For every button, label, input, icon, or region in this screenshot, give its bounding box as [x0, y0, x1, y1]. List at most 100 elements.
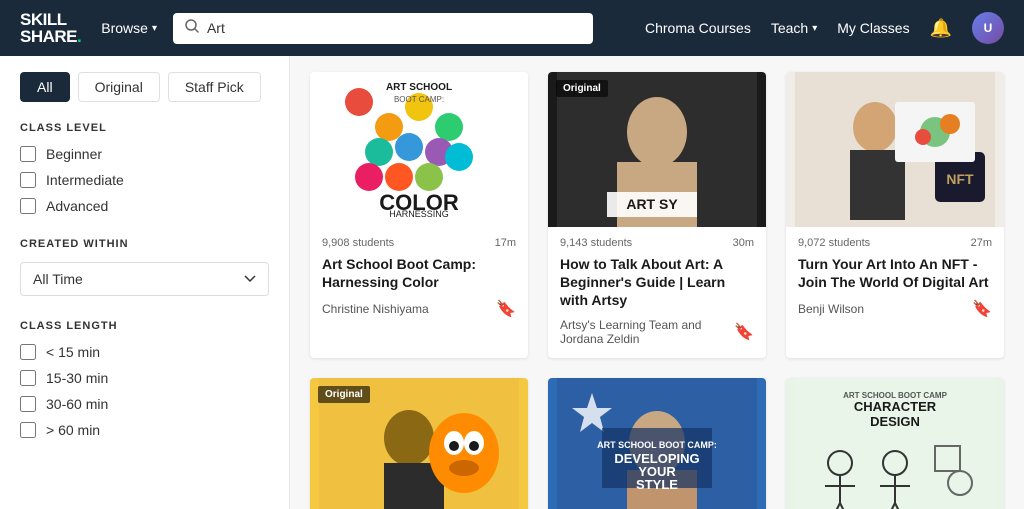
course-card-5[interactable]: ART SCHOOL BOOT CAMP: DEVELOPING YOUR ST…: [548, 378, 766, 509]
my-classes-link[interactable]: My Classes: [837, 20, 909, 36]
filter-tabs: All Original Staff Pick: [20, 72, 269, 102]
course-card-3[interactable]: NFT 9,072 students 27m Turn Your Art Int…: [786, 72, 1004, 358]
course-thumbnail-6: ART SCHOOL BOOT CAMP CHARACTER DESIGN: [786, 378, 1004, 509]
course-title-2: How to Talk About Art: A Beginner's Guid…: [560, 255, 754, 310]
search-icon: [185, 19, 199, 38]
course-students-1: 9,908 students: [322, 237, 394, 249]
course-author-3: Benji Wilson: [798, 302, 864, 316]
created-within-section: CREATED WITHIN All Time Last Week Last M…: [20, 238, 269, 296]
logo-bottom: SHARE.: [20, 28, 81, 45]
checkbox-gt60[interactable]: > 60 min: [20, 422, 269, 438]
course-info-1: 9,908 students 17m Art School Boot Camp:…: [310, 227, 528, 331]
gt60-checkbox[interactable]: [20, 422, 36, 438]
tab-staff-pick[interactable]: Staff Pick: [168, 72, 261, 102]
course-duration-2: 30m: [733, 237, 754, 249]
course-thumbnail-3: NFT: [786, 72, 1004, 227]
teach-chevron-icon: ▾: [812, 23, 817, 34]
checkbox-15to30[interactable]: 15-30 min: [20, 370, 269, 386]
course-students-2: 9,143 students: [560, 237, 632, 249]
course-students-3: 9,072 students: [798, 237, 870, 249]
class-level-section: CLASS LEVEL Beginner Intermediate Advanc…: [20, 122, 269, 214]
course-info-2: 9,143 students 30m How to Talk About Art…: [548, 227, 766, 358]
browse-button[interactable]: Browse ▾: [101, 20, 157, 36]
class-level-title: CLASS LEVEL: [20, 122, 269, 134]
bookmark-button-3[interactable]: 🔖: [972, 299, 992, 319]
course-thumbnail-1: ART SCHOOL BOOT CAMP: HARNESSING COLOR: [310, 72, 528, 227]
course-author-1: Christine Nishiyama: [322, 302, 429, 316]
svg-text:COLOR: COLOR: [379, 190, 459, 215]
class-length-section: CLASS LENGTH < 15 min 15-30 min 30-60 mi…: [20, 320, 269, 438]
svg-text:DESIGN: DESIGN: [870, 414, 920, 429]
lt15-checkbox[interactable]: [20, 344, 36, 360]
svg-text:CHARACTER: CHARACTER: [854, 399, 937, 414]
teach-label: Teach: [771, 20, 808, 36]
course-card-4[interactable]: Original SKILLSHARE: [310, 378, 528, 509]
tab-all[interactable]: All: [20, 72, 70, 102]
course-card-1[interactable]: ART SCHOOL BOOT CAMP: HARNESSING COLOR 9…: [310, 72, 528, 358]
30to60-label: 30-60 min: [46, 396, 108, 412]
header: SKILL SHARE. Browse ▾ Chroma Courses Tea…: [0, 0, 1024, 56]
logo: SKILL SHARE.: [20, 11, 81, 45]
intermediate-checkbox[interactable]: [20, 172, 36, 188]
created-within-select[interactable]: All Time Last Week Last Month Last Year: [20, 262, 269, 296]
browse-label: Browse: [101, 20, 148, 36]
tab-original[interactable]: Original: [78, 72, 160, 102]
bookmark-button-2[interactable]: 🔖: [734, 322, 754, 342]
avatar[interactable]: U: [972, 12, 1004, 44]
course-meta-2: 9,143 students 30m: [560, 237, 754, 249]
checkbox-beginner[interactable]: Beginner: [20, 146, 269, 162]
course-footer-3: Benji Wilson 🔖: [798, 299, 992, 319]
course-duration-3: 27m: [971, 237, 992, 249]
notifications-icon[interactable]: 🔔: [930, 18, 952, 39]
course-thumbnail-5: ART SCHOOL BOOT CAMP: DEVELOPING YOUR ST…: [548, 378, 766, 509]
30to60-checkbox[interactable]: [20, 396, 36, 412]
beginner-label: Beginner: [46, 146, 102, 162]
sidebar: All Original Staff Pick CLASS LEVEL Begi…: [0, 56, 290, 509]
course-card-6[interactable]: ART SCHOOL BOOT CAMP CHARACTER DESIGN: [786, 378, 1004, 509]
svg-text:ART SCHOOL: ART SCHOOL: [386, 82, 452, 93]
search-bar: [173, 13, 593, 44]
course-meta-3: 9,072 students 27m: [798, 237, 992, 249]
course-info-3: 9,072 students 27m Turn Your Art Into An…: [786, 227, 1004, 331]
main-content: All Original Staff Pick CLASS LEVEL Begi…: [0, 56, 1024, 509]
course-thumbnail-4: Original SKILLSHARE: [310, 378, 528, 509]
advanced-label: Advanced: [46, 198, 108, 214]
15to30-label: 15-30 min: [46, 370, 108, 386]
course-thumbnail-2: Original ART SY: [548, 72, 766, 227]
checkbox-30to60[interactable]: 30-60 min: [20, 396, 269, 412]
course-duration-1: 17m: [495, 237, 516, 249]
course-title-3: Turn Your Art Into An NFT - Join The Wor…: [798, 255, 992, 291]
logo-top: SKILL: [20, 11, 81, 28]
course-title-1: Art School Boot Camp: Harnessing Color: [322, 255, 516, 291]
checkbox-intermediate[interactable]: Intermediate: [20, 172, 269, 188]
chroma-courses-link[interactable]: Chroma Courses: [645, 20, 751, 36]
chevron-down-icon: ▾: [152, 23, 157, 34]
teach-link[interactable]: Teach ▾: [771, 20, 817, 36]
courses-content: ART SCHOOL BOOT CAMP: HARNESSING COLOR 9…: [290, 56, 1024, 509]
lt15-label: < 15 min: [46, 344, 100, 360]
bookmark-button-1[interactable]: 🔖: [496, 299, 516, 319]
course-meta-1: 9,908 students 17m: [322, 237, 516, 249]
original-badge-2: Original: [556, 80, 608, 97]
course-footer-1: Christine Nishiyama 🔖: [322, 299, 516, 319]
advanced-checkbox[interactable]: [20, 198, 36, 214]
checkbox-advanced[interactable]: Advanced: [20, 198, 269, 214]
15to30-checkbox[interactable]: [20, 370, 36, 386]
created-within-title: CREATED WITHIN: [20, 238, 269, 250]
svg-text:NFT: NFT: [946, 171, 974, 187]
course-grid: ART SCHOOL BOOT CAMP: HARNESSING COLOR 9…: [310, 72, 1004, 509]
original-badge-4: Original: [318, 386, 370, 403]
checkbox-lt15[interactable]: < 15 min: [20, 344, 269, 360]
search-input[interactable]: [207, 20, 581, 36]
course-card-2[interactable]: Original ART SY 9,143 students: [548, 72, 766, 358]
course-footer-2: Artsy's Learning Team and Jordana Zeldin…: [560, 318, 754, 346]
beginner-checkbox[interactable]: [20, 146, 36, 162]
course-author-2: Artsy's Learning Team and Jordana Zeldin: [560, 318, 734, 346]
class-length-title: CLASS LENGTH: [20, 320, 269, 332]
header-nav: Chroma Courses Teach ▾ My Classes 🔔 U: [645, 12, 1004, 44]
svg-text:STYLE: STYLE: [636, 477, 678, 492]
gt60-label: > 60 min: [46, 422, 100, 438]
svg-text:BOOT CAMP:: BOOT CAMP:: [394, 95, 444, 104]
svg-text:ART SCHOOL BOOT CAMP:: ART SCHOOL BOOT CAMP:: [597, 440, 717, 450]
svg-text:ART SY: ART SY: [626, 196, 678, 212]
